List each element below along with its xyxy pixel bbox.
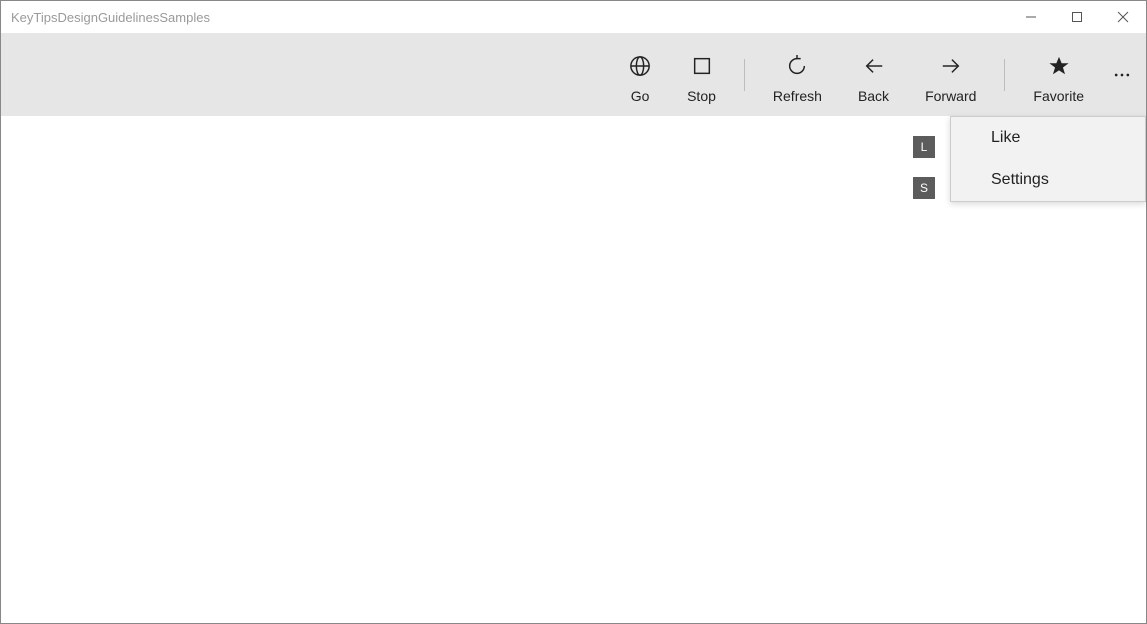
menu-item-settings[interactable]: Settings (951, 159, 1145, 201)
command-bar: Go Stop Refresh (1, 33, 1146, 116)
separator (744, 59, 745, 91)
window-title: KeyTipsDesignGuidelinesSamples (1, 10, 210, 25)
minimize-icon (1025, 11, 1037, 23)
go-button[interactable]: Go (611, 33, 669, 116)
back-button[interactable]: Back (840, 33, 907, 116)
refresh-button[interactable]: Refresh (755, 33, 840, 116)
command-group-primary: Go Stop Refresh (611, 33, 1142, 116)
separator (1004, 59, 1005, 91)
stop-button[interactable]: Stop (669, 33, 734, 116)
favorite-label: Favorite (1033, 88, 1084, 104)
star-icon (1048, 46, 1070, 86)
close-icon (1117, 11, 1129, 23)
refresh-icon (786, 46, 808, 86)
stop-icon (691, 46, 713, 86)
globe-icon (629, 46, 651, 86)
arrow-right-icon (939, 46, 963, 86)
menu-item-like-label: Like (991, 129, 1020, 147)
maximize-button[interactable] (1054, 1, 1100, 33)
menu-item-settings-label: Settings (991, 171, 1049, 189)
favorite-button[interactable]: Favorite (1015, 33, 1102, 116)
window-controls (1008, 1, 1146, 33)
forward-button[interactable]: Forward (907, 33, 994, 116)
menu-item-like[interactable]: Like (951, 117, 1145, 159)
keytip-like: L (913, 136, 935, 158)
keytip-settings: S (913, 177, 935, 199)
close-button[interactable] (1100, 1, 1146, 33)
forward-label: Forward (925, 88, 976, 104)
maximize-icon (1071, 11, 1083, 23)
more-icon (1112, 65, 1132, 85)
overflow-menu: Like Settings (950, 116, 1146, 202)
refresh-label: Refresh (773, 88, 822, 104)
minimize-button[interactable] (1008, 1, 1054, 33)
go-label: Go (631, 88, 650, 104)
more-button[interactable] (1102, 33, 1142, 116)
stop-label: Stop (687, 88, 716, 104)
titlebar: KeyTipsDesignGuidelinesSamples (1, 1, 1146, 33)
arrow-left-icon (862, 46, 886, 86)
back-label: Back (858, 88, 889, 104)
